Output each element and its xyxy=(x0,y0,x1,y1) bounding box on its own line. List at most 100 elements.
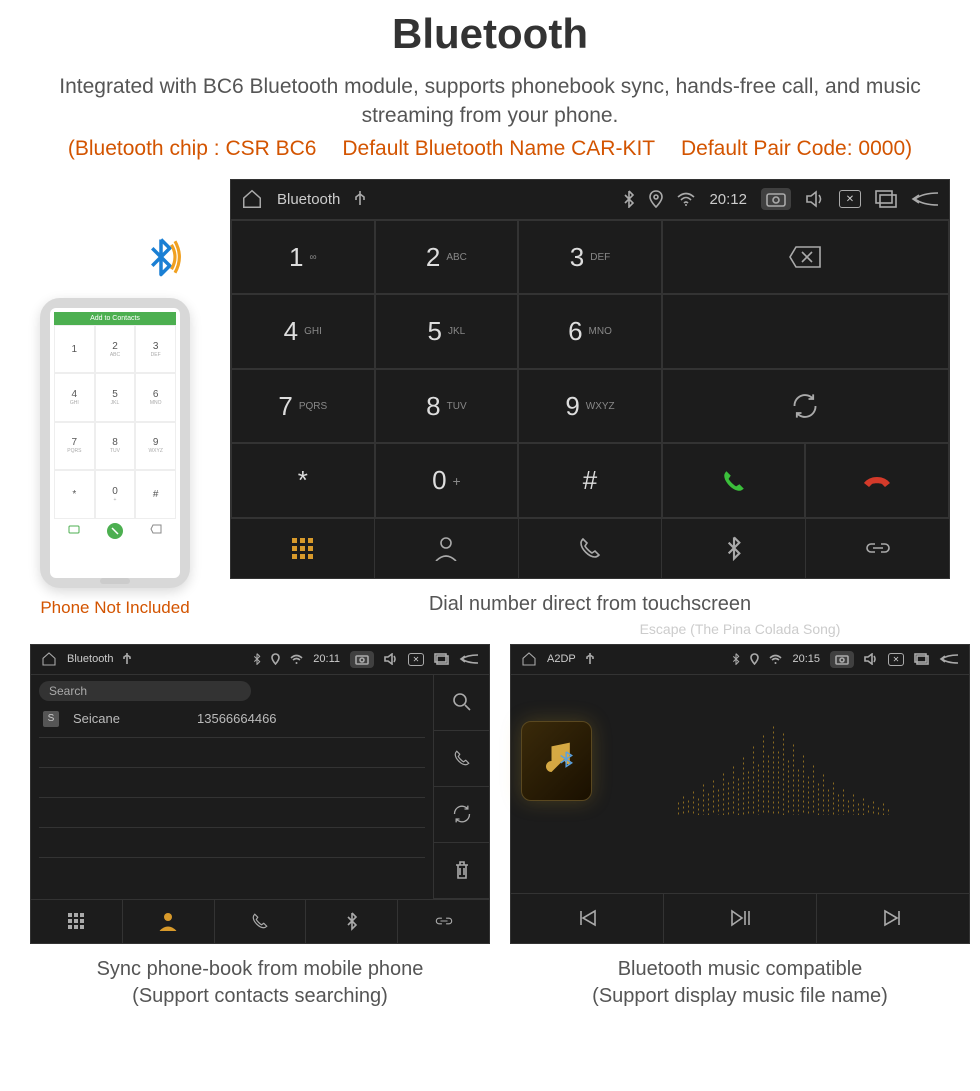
dial-key-5[interactable]: 5JKL xyxy=(375,294,519,369)
wifi-icon xyxy=(290,654,303,664)
mini-header: Add to Contacts xyxy=(54,312,176,325)
next-icon xyxy=(883,908,903,928)
dial-key-hash[interactable]: # xyxy=(518,443,662,518)
nav-link[interactable] xyxy=(806,519,949,578)
bottom-nav xyxy=(231,518,949,578)
dial-key-0[interactable]: 0+ xyxy=(375,443,519,518)
search-button[interactable] xyxy=(434,675,489,731)
contact-number: 13566664466 xyxy=(197,711,277,726)
music-note-icon xyxy=(535,739,579,783)
status-bar: Bluetooth 20:12 ✕ xyxy=(231,180,949,220)
phone-icon xyxy=(578,536,602,560)
recent-apps-icon[interactable] xyxy=(875,190,897,208)
contacts-screen: Bluetooth 20:11 ✕ Search S Seicane xyxy=(30,644,490,944)
call-button[interactable] xyxy=(434,731,489,787)
close-screen-icon[interactable]: ✕ xyxy=(888,653,904,666)
close-screen-icon[interactable]: ✕ xyxy=(408,653,424,666)
contact-name: Seicane xyxy=(73,711,183,726)
nav-link[interactable] xyxy=(398,900,489,943)
location-icon xyxy=(271,653,280,665)
location-icon xyxy=(750,653,759,665)
dial-key-7[interactable]: 7PQRS xyxy=(231,369,375,444)
home-icon[interactable] xyxy=(241,188,263,210)
contacts-caption: Sync phone-book from mobile phone (Suppo… xyxy=(30,956,490,1010)
swap-button[interactable] xyxy=(662,369,949,444)
phone-caption: Phone Not Included xyxy=(30,598,200,618)
nav-dialpad[interactable] xyxy=(31,900,123,943)
nav-recent[interactable] xyxy=(519,519,663,578)
bottom-nav xyxy=(31,899,489,943)
dial-key-9[interactable]: 9WXYZ xyxy=(518,369,662,444)
page-title: Bluetooth xyxy=(30,10,950,58)
back-icon[interactable] xyxy=(459,653,479,665)
dial-key-4[interactable]: 4GHI xyxy=(231,294,375,369)
close-screen-icon[interactable]: ✕ xyxy=(839,190,861,208)
nav-bluetooth[interactable] xyxy=(662,519,806,578)
visualizer xyxy=(608,725,959,815)
nav-bluetooth[interactable] xyxy=(306,900,398,943)
previous-icon xyxy=(577,908,597,928)
dialer-screen: Bluetooth 20:12 ✕ 1∞ 2ABC 3DEF 4GHI 5J xyxy=(230,179,950,579)
recent-apps-icon[interactable] xyxy=(914,653,929,665)
screen-title: Bluetooth xyxy=(277,191,340,208)
dial-key-star[interactable]: * xyxy=(231,443,375,518)
dialer-caption: Dial number direct from touchscreen xyxy=(230,591,950,618)
volume-icon[interactable] xyxy=(384,653,398,665)
home-icon[interactable] xyxy=(41,651,57,667)
search-icon xyxy=(452,692,472,712)
screenshot-button[interactable] xyxy=(830,651,854,668)
search-input[interactable]: Search xyxy=(39,681,251,701)
play-pause-button[interactable] xyxy=(664,894,817,943)
empty-row xyxy=(39,798,425,828)
link-icon xyxy=(864,538,892,558)
location-icon xyxy=(649,190,663,208)
bluetooth-icon xyxy=(253,653,261,665)
call-button[interactable] xyxy=(662,443,806,518)
album-art xyxy=(521,721,592,801)
volume-icon[interactable] xyxy=(805,190,825,208)
next-button[interactable] xyxy=(817,894,969,943)
nav-recent[interactable] xyxy=(215,900,307,943)
sync-button[interactable] xyxy=(434,787,489,843)
bluetooth-icon xyxy=(346,911,358,931)
spec-chip: (Bluetooth chip : CSR BC6 xyxy=(68,137,317,160)
nav-dialpad[interactable] xyxy=(231,519,375,578)
dial-key-3[interactable]: 3DEF xyxy=(518,220,662,295)
backspace-button[interactable] xyxy=(662,220,949,295)
usb-icon xyxy=(586,653,594,665)
dialpad-icon xyxy=(68,913,84,929)
prev-button[interactable] xyxy=(511,894,664,943)
volume-icon[interactable] xyxy=(864,653,878,665)
screenshot-button[interactable] xyxy=(350,651,374,668)
trash-icon xyxy=(453,860,471,880)
nav-contacts[interactable] xyxy=(123,900,215,943)
dial-key-8[interactable]: 8TUV xyxy=(375,369,519,444)
empty-row xyxy=(39,768,425,798)
spec-code: Default Pair Code: 0000) xyxy=(681,137,912,160)
song-title: Escape (The Pina Colada Song) xyxy=(521,621,959,637)
usb-icon xyxy=(354,191,366,207)
clock: 20:15 xyxy=(792,653,820,665)
back-icon[interactable] xyxy=(911,190,939,208)
contact-row[interactable]: S Seicane 13566664466 xyxy=(39,701,425,738)
refresh-icon xyxy=(452,804,472,824)
nav-contacts[interactable] xyxy=(375,519,519,578)
recent-apps-icon[interactable] xyxy=(434,653,449,665)
camera-icon xyxy=(68,523,80,535)
call-icon xyxy=(107,523,123,539)
clock: 20:11 xyxy=(313,653,340,665)
home-icon[interactable] xyxy=(521,651,537,667)
screen-title: A2DP xyxy=(547,653,576,665)
delete-button[interactable] xyxy=(434,843,489,899)
dial-key-6[interactable]: 6MNO xyxy=(518,294,662,369)
person-icon xyxy=(159,911,177,931)
screenshot-button[interactable] xyxy=(761,188,791,210)
back-icon[interactable] xyxy=(939,653,959,665)
phone-mockup: Add to Contacts 1 2ABC 3DEF 4GHI 5JKL 6M… xyxy=(40,298,190,588)
dial-key-2[interactable]: 2ABC xyxy=(375,220,519,295)
spec-name: Default Bluetooth Name CAR-KIT xyxy=(342,137,655,160)
status-bar: Bluetooth 20:11 ✕ xyxy=(31,645,489,675)
bluetooth-icon xyxy=(623,190,635,208)
empty-row xyxy=(39,828,425,858)
hangup-button[interactable] xyxy=(805,443,949,518)
